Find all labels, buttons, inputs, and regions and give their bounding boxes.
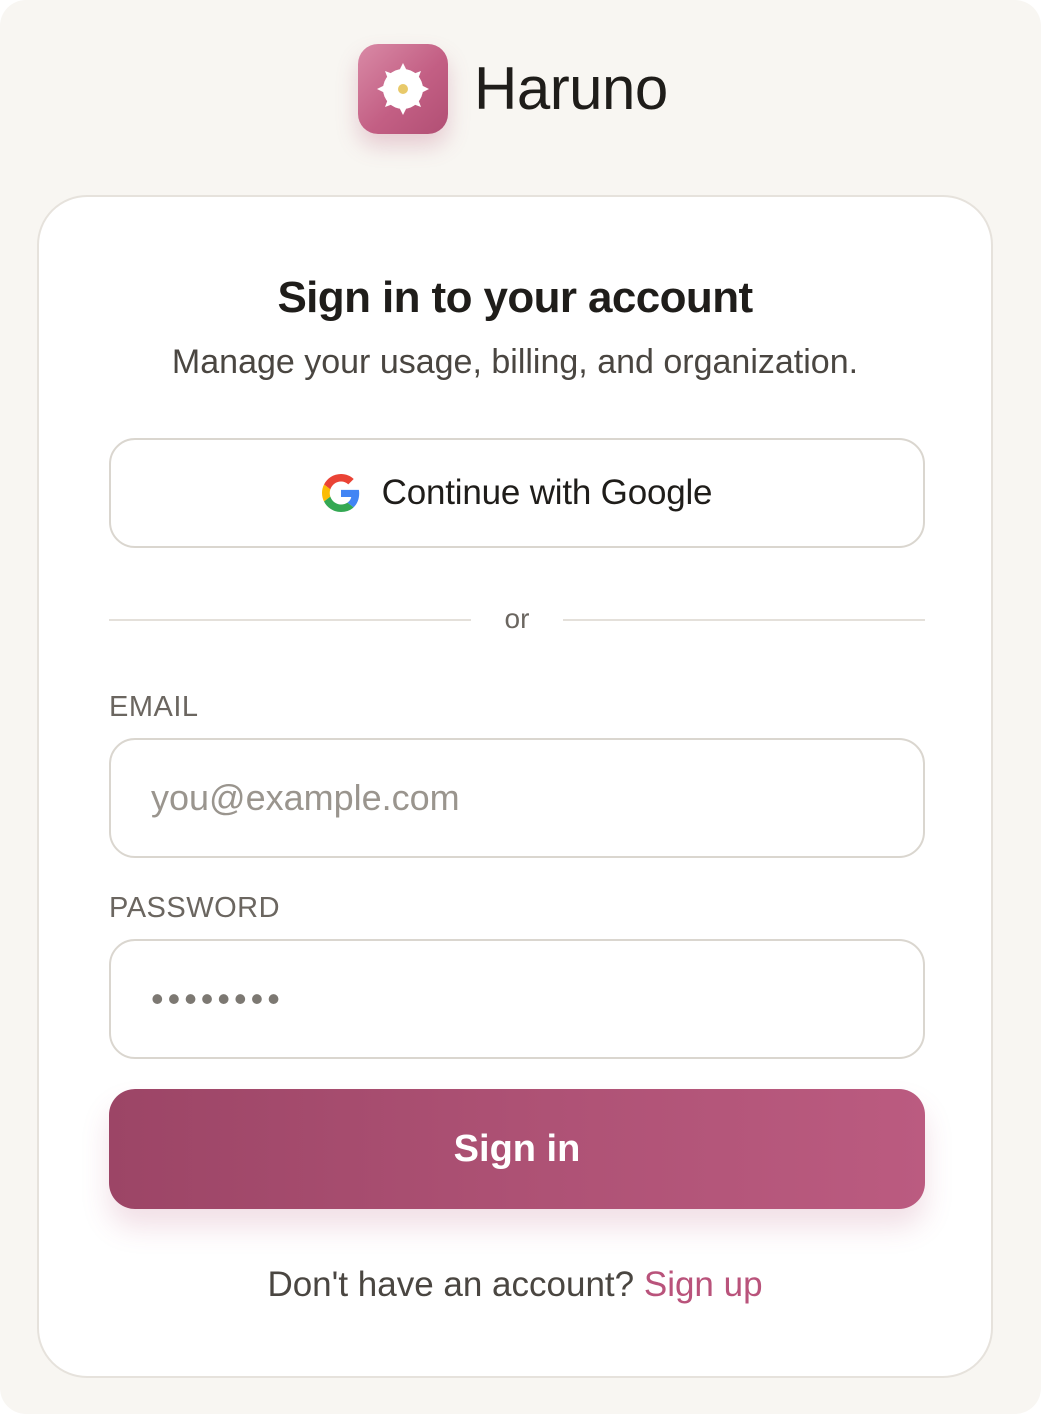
signup-prompt: Don't have an account? — [267, 1265, 635, 1304]
page-subtitle: Manage your usage, billing, and organiza… — [171, 343, 859, 381]
continue-with-google-label: Continue with Google — [381, 473, 713, 512]
or-divider: or — [109, 599, 925, 639]
email-label: EMAIL — [109, 691, 199, 723]
sign-in-button[interactable]: Sign in — [109, 1089, 925, 1209]
divider-line-right — [563, 619, 925, 621]
password-label: PASSWORD — [109, 892, 281, 924]
brand-header: Haruno — [358, 44, 668, 134]
sign-up-link[interactable]: Sign up — [644, 1265, 763, 1304]
page-title: Sign in to your account — [277, 273, 753, 322]
password-field[interactable] — [109, 939, 925, 1059]
google-icon — [321, 474, 359, 512]
page-background: Haruno Sign in to your account Manage yo… — [0, 0, 1041, 1414]
email-field[interactable] — [109, 738, 925, 858]
sign-in-card: Sign in to your account Manage your usag… — [37, 195, 993, 1378]
flower-icon — [358, 44, 448, 134]
brand-name: Haruno — [474, 55, 668, 122]
continue-with-google-button[interactable]: Continue with Google — [109, 438, 925, 548]
signup-prompt-row: Don't have an account? Sign up — [39, 1265, 991, 1305]
sign-in-button-label: Sign in — [453, 1127, 581, 1170]
